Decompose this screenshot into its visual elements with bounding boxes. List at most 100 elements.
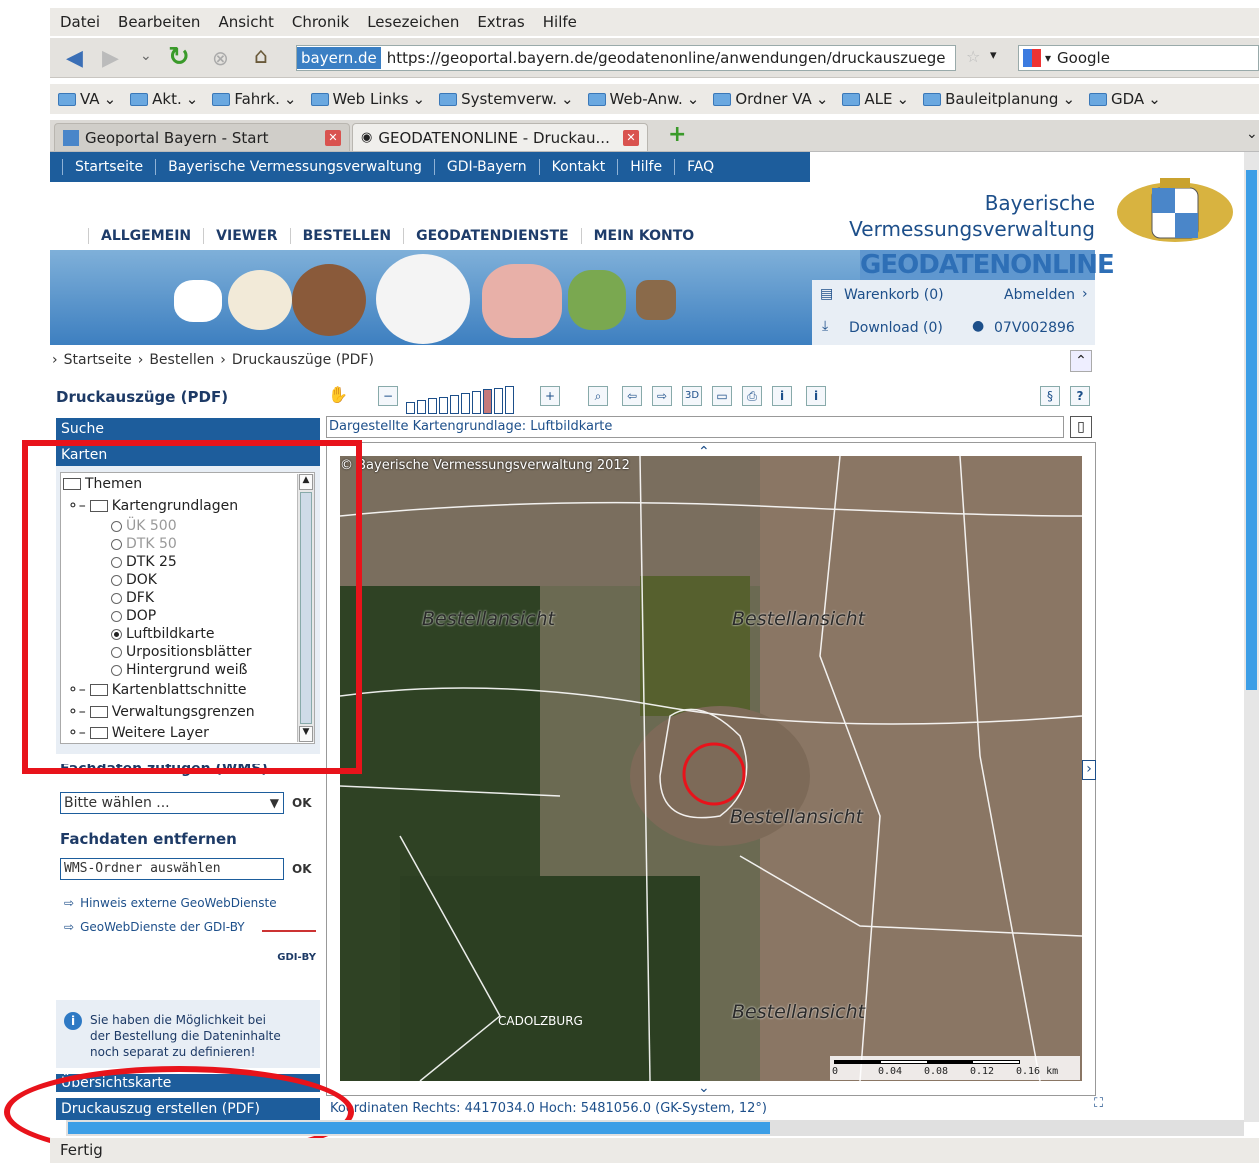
zoom-step[interactable]	[494, 387, 503, 414]
topnav-gdi-bayern[interactable]: GDI-Bayern	[447, 159, 527, 175]
vertical-scrollbar[interactable]	[1244, 152, 1259, 1122]
ok-button[interactable]: OK	[292, 793, 312, 813]
info-feature-icon[interactable]: i	[806, 386, 826, 406]
bookmark-star-icon[interactable]: ☆	[966, 47, 980, 66]
scroll-thumb[interactable]	[1246, 170, 1257, 690]
cart-icon: ▤	[820, 286, 834, 302]
topnav-vermessungsverwaltung[interactable]: Bayerische Vermessungsverwaltung	[168, 159, 422, 175]
geodatenonline-banner-text: GEODATENONLINE	[860, 250, 1115, 280]
close-tab-icon[interactable]: ✕	[325, 129, 341, 146]
zoom-slider[interactable]	[406, 385, 514, 414]
print-icon[interactable]: ⎙	[742, 386, 762, 406]
link-hinweis-geowebdienste[interactable]: ⇨ Hinweis externe GeoWebDienste	[64, 896, 277, 910]
menu-extras[interactable]: Extras	[477, 13, 524, 31]
stop-icon[interactable]: ⊗	[212, 46, 229, 70]
topnav-startseite[interactable]: Startseite	[75, 159, 143, 175]
watermark-text: Bestellansicht	[730, 806, 864, 828]
close-tab-icon[interactable]: ✕	[623, 129, 639, 146]
3d-view-icon[interactable]: 3D	[682, 386, 702, 406]
aerial-map[interactable]: © Bayerische Vermessungsverwaltung 2012 …	[340, 456, 1082, 1081]
zoom-step[interactable]	[505, 385, 514, 414]
bookmark-folder[interactable]: Web Links ⌄	[310, 90, 425, 108]
bookmark-folder[interactable]: ALE ⌄	[842, 90, 909, 108]
history-dropdown-icon[interactable]: ⌄	[140, 48, 152, 64]
search-engine-label: Google	[1057, 49, 1110, 67]
zoom-step[interactable]	[439, 396, 448, 414]
section-suche[interactable]: Suche	[56, 418, 320, 440]
bookmark-folder[interactable]: Ordner VA ⌄	[713, 90, 828, 108]
url-bar[interactable]: bayern.de https://geoportal.bayern.de/ge…	[296, 45, 956, 71]
abmelden-link[interactable]: Abmelden	[1004, 287, 1075, 303]
forward-icon[interactable]: ▶	[102, 46, 119, 71]
watermark-text: Bestellansicht	[422, 608, 556, 630]
new-tab-icon[interactable]: +	[668, 122, 686, 147]
bookmark-folder[interactable]: Fahrk. ⌄	[212, 90, 297, 108]
zoom-step[interactable]	[450, 394, 459, 414]
scroll-thumb[interactable]	[68, 1122, 770, 1134]
help-icon[interactable]: ?	[1070, 386, 1090, 406]
crumb-bestellen[interactable]: Bestellen	[149, 352, 214, 368]
tab-geodatenonline[interactable]: ◉ GEODATENONLINE - Druckau... ✕	[352, 123, 648, 151]
pan-hand-icon[interactable]: ✋	[328, 386, 348, 406]
menu-bearbeiten[interactable]: Bearbeiten	[118, 13, 200, 31]
measure-icon[interactable]: ▭	[712, 386, 732, 406]
crumb-startseite[interactable]: Startseite	[64, 352, 132, 368]
topnav-kontakt[interactable]: Kontakt	[552, 159, 606, 175]
bookmark-folder[interactable]: Systemverw. ⌄	[439, 90, 574, 108]
engine-dropdown-icon[interactable]: ▾	[1045, 51, 1051, 65]
bookmark-folder[interactable]: Web-Anw. ⌄	[587, 90, 699, 108]
wms-select[interactable]: Bitte wählen ... ▼	[60, 792, 284, 814]
warenkorb-link[interactable]: Warenkorb (0)	[844, 287, 944, 303]
prev-view-icon[interactable]: ⇦	[622, 386, 642, 406]
wms-ordner-select[interactable]: WMS-Ordner auswählen	[60, 858, 284, 880]
menu-ansicht[interactable]: Ansicht	[218, 13, 273, 31]
arrow-icon: ⇨	[64, 896, 75, 910]
back-icon[interactable]: ◀	[66, 46, 83, 71]
horizontal-scrollbar[interactable]	[66, 1120, 1244, 1136]
bookmark-folder[interactable]: Akt. ⌄	[130, 90, 198, 108]
zoom-out-button[interactable]: −	[378, 386, 398, 406]
topnav-hilfe[interactable]: Hilfe	[630, 159, 662, 175]
reload-icon[interactable]: ↻	[168, 42, 190, 72]
zoom-step[interactable]	[483, 389, 492, 414]
bookmark-folder[interactable]: Bauleitplanung ⌄	[923, 90, 1075, 108]
next-view-icon[interactable]: ⇨	[652, 386, 672, 406]
clipboard-icon[interactable]: ▯	[1070, 416, 1092, 438]
folder-icon	[439, 92, 458, 106]
scroll-top-button[interactable]: ⌃	[1070, 350, 1092, 372]
nav-allgemein[interactable]: ALLGEMEIN	[88, 228, 203, 244]
menu-datei[interactable]: Datei	[60, 13, 100, 31]
zoom-box-icon[interactable]: ⌕	[588, 386, 608, 406]
pan-south-icon[interactable]: ⌄	[698, 1080, 710, 1096]
menu-chronik[interactable]: Chronik	[292, 13, 349, 31]
url-dropdown-icon[interactable]: ▾	[990, 48, 997, 63]
nav-bestellen[interactable]: BESTELLEN	[289, 228, 404, 244]
url-text[interactable]: https://geoportal.bayern.de/geodatenonli…	[387, 49, 946, 67]
tab-geoportal[interactable]: Geoportal Bayern - Start ✕	[54, 123, 350, 151]
bookmark-folder[interactable]: VA ⌄	[58, 90, 116, 108]
topnav-faq[interactable]: FAQ	[687, 159, 714, 175]
link-geowebdienste-gdi[interactable]: ⇨ GeoWebDienste der GDI-BY	[64, 920, 245, 934]
tab-list-icon[interactable]: ⌄	[1246, 126, 1258, 142]
menu-hilfe[interactable]: Hilfe	[543, 13, 577, 31]
zoom-in-button[interactable]: +	[540, 386, 560, 406]
site-identity-badge[interactable]: bayern.de	[297, 47, 381, 69]
zoom-step[interactable]	[417, 400, 426, 414]
menu-lesezeichen[interactable]: Lesezeichen	[367, 13, 459, 31]
legal-icon[interactable]: §	[1040, 386, 1060, 406]
nav-mein-konto[interactable]: MEIN KONTO	[580, 228, 707, 244]
home-icon[interactable]: ⌂	[254, 44, 268, 69]
nav-viewer[interactable]: VIEWER	[203, 228, 289, 244]
zoom-step[interactable]	[406, 402, 415, 414]
ok-button[interactable]: OK	[292, 859, 312, 879]
zoom-step[interactable]	[428, 398, 437, 414]
zoom-step[interactable]	[472, 391, 481, 414]
zoom-step[interactable]	[461, 393, 470, 414]
search-box[interactable]: ▾ Google	[1018, 45, 1259, 71]
watermark-text: Bestellansicht	[732, 608, 866, 630]
bookmark-folder[interactable]: GDA ⌄	[1089, 90, 1161, 108]
nav-geodatendienste[interactable]: GEODATENDIENSTE	[403, 228, 580, 244]
info-tool-icon[interactable]: i	[772, 386, 792, 406]
pan-east-icon[interactable]: ›	[1082, 760, 1096, 780]
download-link[interactable]: Download (0)	[849, 320, 943, 336]
